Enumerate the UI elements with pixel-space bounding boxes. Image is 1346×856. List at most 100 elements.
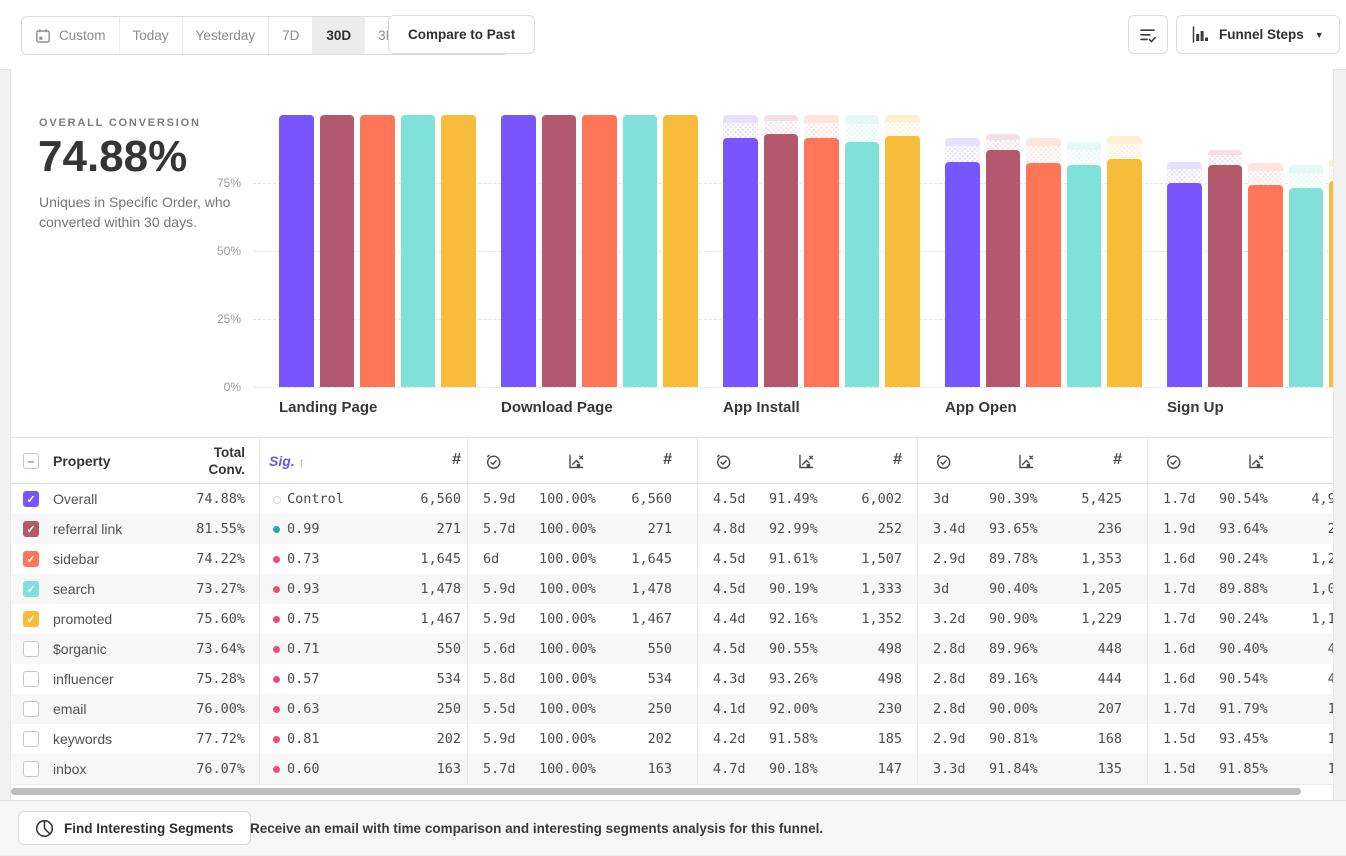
bar[interactable] (1167, 183, 1202, 387)
bar[interactable] (804, 138, 839, 387)
toolbar: CustomTodayYesterday7D30D3M6M12M Compare… (0, 0, 1346, 70)
count-column-header[interactable]: # (1272, 451, 1334, 469)
total-conversion-value: 76.07% (155, 754, 245, 784)
sig-column-header[interactable]: Sig. ↑ (269, 453, 305, 469)
row-checkbox[interactable] (23, 671, 39, 687)
range-yesterday[interactable]: Yesterday (183, 17, 270, 54)
row-checkbox[interactable]: ✓ (23, 551, 39, 567)
range-today[interactable]: Today (120, 17, 183, 54)
bar[interactable] (1289, 188, 1324, 387)
count-column-header[interactable]: # (822, 451, 902, 469)
bar[interactable] (623, 115, 658, 387)
conversion-rate-column-header[interactable] (1017, 453, 1036, 470)
significance-dot (273, 646, 280, 653)
find-interesting-segments-button[interactable]: Find Interesting Segments (18, 811, 251, 845)
range-label: Yesterday (196, 28, 256, 43)
bar[interactable] (986, 150, 1021, 387)
bar[interactable] (885, 136, 920, 387)
bar[interactable] (401, 115, 436, 387)
row-checkbox[interactable]: ✓ (23, 521, 39, 537)
step-time: 1.6d (1163, 664, 1196, 694)
chart-options-button[interactable] (1128, 15, 1168, 54)
bar[interactable] (360, 115, 395, 387)
count-column-header[interactable]: # (592, 451, 672, 469)
count-column-header[interactable]: # (1042, 451, 1122, 469)
range-7d[interactable]: 7D (269, 17, 313, 54)
bar-dropoff-cap (1107, 136, 1142, 159)
table-row: inbox76.07%0.601635.7d100.00%1634.7d90.1… (11, 754, 1334, 784)
bar[interactable] (663, 115, 698, 387)
time-to-convert-column-header[interactable] (935, 453, 952, 470)
bar[interactable] (542, 115, 577, 387)
total-conversion-value: 77.72% (155, 724, 245, 754)
step-count: 5,425 (1032, 484, 1122, 514)
bar[interactable] (501, 115, 536, 387)
time-to-convert-column-header[interactable] (1165, 453, 1182, 470)
horizontal-scrollbar[interactable] (11, 788, 1301, 795)
step-conversion: 91.49% (769, 484, 818, 514)
bar[interactable] (764, 134, 799, 387)
bar[interactable] (1248, 185, 1283, 387)
row-checkbox[interactable] (23, 701, 39, 717)
step-count: 405 (1262, 634, 1334, 664)
step-conversion: 93.65% (989, 514, 1038, 544)
bar[interactable] (1026, 163, 1061, 387)
step-time: 1.6d (1163, 634, 1196, 664)
bar[interactable] (279, 115, 314, 387)
bar[interactable] (582, 115, 617, 387)
row-checkbox[interactable] (23, 641, 39, 657)
step-count: 221 (1262, 514, 1334, 544)
row-checkbox[interactable] (23, 731, 39, 747)
bar[interactable] (441, 115, 476, 387)
select-all-checkbox[interactable]: – (23, 453, 39, 469)
property-name: Overall (53, 484, 97, 514)
conversion-rate-column-header[interactable] (567, 453, 586, 470)
bar[interactable] (1329, 181, 1334, 387)
step-time: 2.8d (933, 694, 966, 724)
bar[interactable] (945, 162, 980, 387)
range-custom[interactable]: Custom (22, 17, 120, 54)
table-row: influencer75.28%0.575345.8d100.00%5344.3… (11, 664, 1334, 694)
row-checkbox[interactable] (23, 761, 39, 777)
bar[interactable] (845, 142, 880, 387)
range-30d[interactable]: 30D (313, 17, 365, 54)
overall-conversion-label: OVERALL CONVERSION (39, 117, 201, 129)
row-checkbox[interactable]: ✓ (23, 491, 39, 507)
bar[interactable] (1107, 159, 1142, 387)
time-to-convert-column-header[interactable] (485, 453, 502, 470)
bar[interactable] (723, 138, 758, 387)
total-conversion-value: 75.60% (155, 604, 245, 634)
step-count: 1,221 (1262, 544, 1334, 574)
significance-dot (273, 556, 280, 563)
total-conversion-value: 73.27% (155, 574, 245, 604)
y-axis-tick-label: 0% (197, 380, 241, 394)
significance-dot (273, 706, 280, 713)
step-conversion: 90.90% (989, 604, 1038, 634)
conversion-rate-column-header[interactable] (797, 453, 816, 470)
count-column-header[interactable]: # (381, 451, 461, 469)
step-conversion: 93.26% (769, 664, 818, 694)
property-column-header[interactable]: Property (53, 453, 111, 469)
total-conv-column-header[interactable]: TotalConv. (145, 445, 245, 479)
bar-dropoff-cap (1208, 150, 1243, 165)
step-time: 4.5d (713, 544, 746, 574)
bar[interactable] (1208, 165, 1243, 387)
view-selector-button[interactable]: Funnel Steps ▼ (1176, 15, 1340, 54)
step-conversion: 90.19% (769, 574, 818, 604)
time-to-convert-column-header[interactable] (715, 453, 732, 470)
list-check-icon (1139, 27, 1157, 43)
step-count: 1,478 (582, 574, 672, 604)
conversion-rate-column-header[interactable] (1247, 453, 1266, 470)
column-separator (467, 437, 468, 784)
row-checkbox[interactable]: ✓ (23, 581, 39, 597)
compare-to-past-button[interactable]: Compare to Past (388, 15, 535, 54)
step-conversion: 90.55% (769, 634, 818, 664)
bar[interactable] (320, 115, 355, 387)
bar[interactable] (1067, 165, 1102, 387)
row-checkbox[interactable]: ✓ (23, 611, 39, 627)
table-row: keywords77.72%0.812025.9d100.00%2024.2d9… (11, 724, 1334, 754)
significance-value: Control (287, 484, 344, 514)
total-conversion-value: 76.00% (155, 694, 245, 724)
step-conversion: 91.61% (769, 544, 818, 574)
significance-dot (273, 586, 280, 593)
